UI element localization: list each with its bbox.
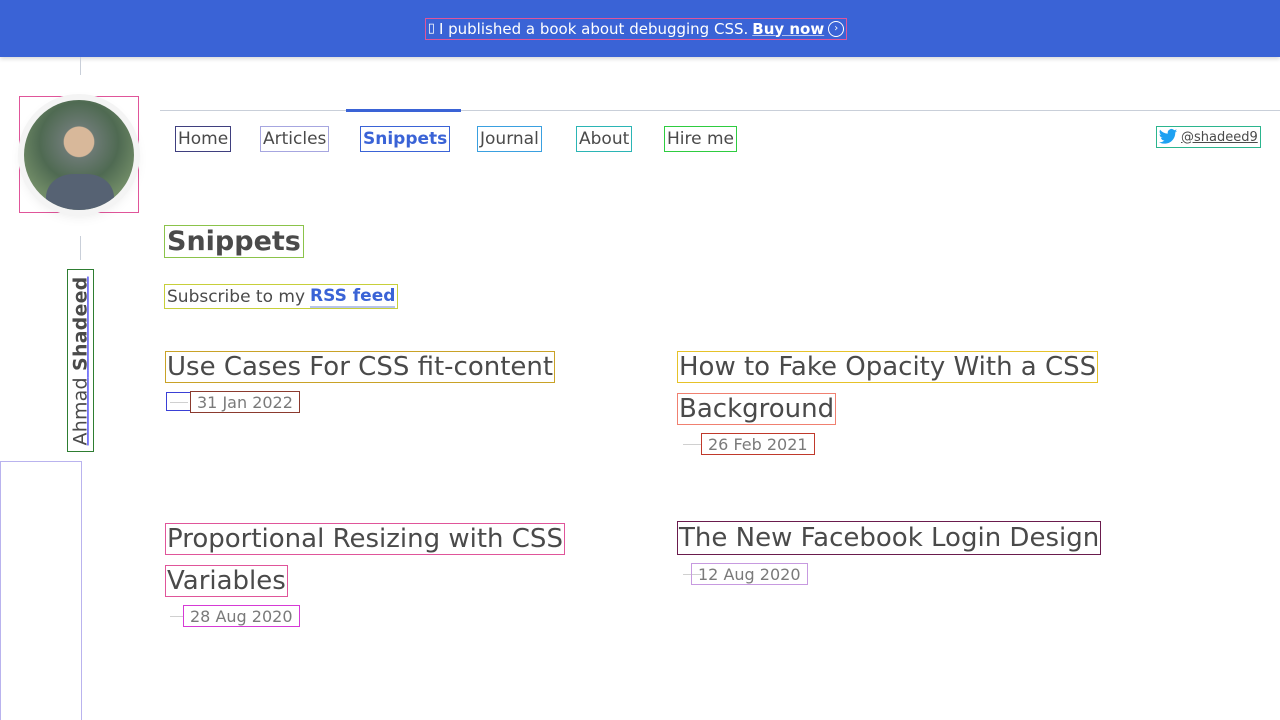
post-title-link[interactable]: Proportional Resizing with CSS xyxy=(165,523,565,555)
avatar xyxy=(24,99,134,210)
date-dash xyxy=(170,616,184,617)
post-title-link[interactable]: Use Cases For CSS fit-content xyxy=(165,351,556,383)
date-dash xyxy=(683,444,701,445)
rail-line xyxy=(80,57,81,75)
page-title: Snippets xyxy=(164,225,304,258)
twitter-handle: @shadeed9 xyxy=(1181,129,1258,145)
nav-hire-me[interactable]: Hire me xyxy=(664,126,738,152)
promo-banner: ▯ I published a book about debugging CSS… xyxy=(0,0,1280,57)
nav-about[interactable]: About xyxy=(576,126,633,152)
promo-text: I published a book about debugging CSS. xyxy=(438,19,749,38)
side-panel xyxy=(0,461,82,720)
nav-home[interactable]: Home xyxy=(175,126,232,152)
post-date: 28 Aug 2020 xyxy=(183,605,300,627)
subscribe-text: Subscribe to my xyxy=(167,286,306,307)
arrow-circle-icon: › xyxy=(828,20,845,37)
twitter-icon xyxy=(1158,129,1178,144)
post-title-link-continued[interactable]: Background xyxy=(677,393,837,425)
author-first-name: Ahmad xyxy=(69,376,92,445)
author-name-link[interactable]: Ahmad Shadeed xyxy=(67,269,94,452)
nav-snippets[interactable]: Snippets xyxy=(360,126,451,152)
buy-now-label: Buy now xyxy=(752,19,825,38)
date-dash xyxy=(170,402,188,403)
nav-journal[interactable]: Journal xyxy=(477,126,542,152)
subscribe-line: Subscribe to my RSS feed xyxy=(164,284,399,309)
post-date: 26 Feb 2021 xyxy=(701,433,815,455)
rss-feed-link[interactable]: RSS feed xyxy=(310,286,396,308)
book-promo-link[interactable]: ▯ I published a book about debugging CSS… xyxy=(424,17,848,40)
post-title-link[interactable]: How to Fake Opacity With a CSS xyxy=(677,351,1099,383)
avatar-link[interactable] xyxy=(19,96,139,213)
post-date: 31 Jan 2022 xyxy=(190,391,300,413)
post-title-link-continued[interactable]: Variables xyxy=(165,565,288,597)
nav-divider xyxy=(160,110,1280,111)
author-last-name: Shadeed xyxy=(69,276,92,371)
author-name: Ahmad Shadeed xyxy=(70,276,92,445)
nav-articles[interactable]: Articles xyxy=(260,126,330,152)
twitter-link[interactable]: @shadeed9 xyxy=(1156,126,1261,148)
post-date: 12 Aug 2020 xyxy=(691,563,808,585)
post-title-link[interactable]: The New Facebook Login Design xyxy=(677,521,1102,555)
rail-line xyxy=(80,236,81,260)
book-icon: ▯ xyxy=(427,21,435,36)
nav-active-indicator xyxy=(346,109,461,112)
